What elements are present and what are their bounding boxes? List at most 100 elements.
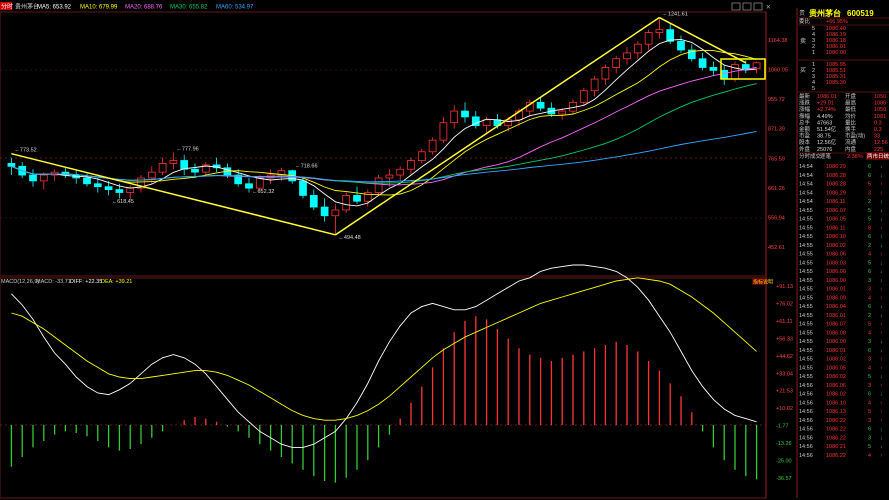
trade-direction-arrow: ↑ bbox=[880, 418, 883, 424]
trade-price: 1086.21 bbox=[826, 444, 846, 450]
trade-time: 14:55 bbox=[799, 304, 813, 310]
trade-time: 14:56 bbox=[799, 409, 813, 415]
trade-direction-arrow: ↑ bbox=[880, 400, 883, 406]
stat-value-2: 1081 bbox=[874, 114, 886, 120]
candle-body bbox=[320, 206, 329, 217]
trade-direction-arrow: ↑ bbox=[880, 383, 883, 389]
price-tick: 1060.05 bbox=[768, 68, 788, 74]
candle-body bbox=[93, 183, 102, 188]
ma5-label: MA5: 653.92 bbox=[37, 5, 72, 11]
trade-price: 1086.22 bbox=[826, 435, 846, 441]
trade-volume: 8 bbox=[868, 225, 871, 231]
trade-time: 14:55 bbox=[799, 339, 813, 345]
trades-tab-right[interactable]: 逐笔 bbox=[820, 152, 832, 160]
candle-body bbox=[126, 187, 135, 193]
stat-value-2: 1050 bbox=[874, 107, 886, 113]
candle-body bbox=[115, 189, 124, 193]
diff-value: DIFF: +22.35 bbox=[70, 279, 102, 285]
trade-volume: 6 bbox=[868, 427, 871, 433]
trade-time: 14:54 bbox=[799, 199, 813, 205]
trade-volume: 2 bbox=[868, 313, 871, 319]
macd-tick: +91.13 bbox=[776, 284, 793, 290]
period-tab-label: 分时 bbox=[1, 3, 13, 11]
trade-time: 14:55 bbox=[799, 208, 813, 214]
quote-panel: 贵 贵州茅台 600519 委比 +66.95% 卖 买 5 1086.404 10… bbox=[798, 8, 889, 498]
trade-price: 1086.09 bbox=[826, 295, 846, 301]
trade-direction-arrow: ↑ bbox=[880, 190, 883, 196]
trade-volume: 6 bbox=[868, 348, 871, 354]
annotation-mid_high: ←777.96 bbox=[176, 146, 198, 152]
trade-time: 14:55 bbox=[799, 322, 813, 328]
trade-price: 1086.00 bbox=[826, 339, 846, 345]
stat-value: 47663 bbox=[817, 120, 832, 126]
annotation-left_high: ←773.52 bbox=[14, 148, 36, 154]
trade-time: 14:55 bbox=[799, 260, 813, 266]
trade-price: 1086.02 bbox=[826, 392, 846, 398]
trade-time: 14:55 bbox=[799, 313, 813, 319]
candle-body bbox=[677, 40, 685, 51]
ma10-label: MA10: 679.99 bbox=[80, 5, 118, 11]
stat-label: 涨幅 bbox=[799, 105, 811, 113]
trade-volume: 4 bbox=[868, 295, 871, 301]
buy-side-label: 买 bbox=[800, 66, 806, 74]
stat-value: 25076 bbox=[817, 147, 832, 153]
candle-body bbox=[299, 180, 307, 196]
trade-direction-arrow: ↑ bbox=[880, 287, 883, 293]
candle-body bbox=[698, 58, 707, 68]
candle-body bbox=[482, 119, 491, 127]
sell-price: 1086.00 bbox=[826, 50, 846, 56]
trade-time: 14:55 bbox=[799, 295, 813, 301]
trade-direction-arrow: ↑ bbox=[880, 409, 883, 415]
stat-value-2: 0.3 bbox=[874, 120, 882, 126]
trade-price: 1086.11 bbox=[826, 225, 845, 231]
macd-params: MACD(12,26,9) bbox=[1, 279, 39, 285]
price-tick: 452.61 bbox=[768, 245, 785, 251]
ma30-label: MA30: 655.82 bbox=[170, 5, 208, 11]
trade-direction-arrow: ↓ bbox=[880, 313, 883, 319]
stat-label: 最新 bbox=[799, 92, 811, 100]
macd-tick: +61.11 bbox=[776, 319, 793, 325]
trade-time: 14:56 bbox=[799, 453, 813, 459]
trade-price: 1086.28 bbox=[826, 182, 846, 188]
trade-direction-arrow: ↓ bbox=[880, 374, 883, 380]
trade-volume: 6 bbox=[868, 173, 871, 179]
trade-volume: 5 bbox=[868, 208, 871, 214]
trade-volume: 3 bbox=[868, 418, 871, 424]
candle-body bbox=[29, 174, 37, 182]
candle-body bbox=[245, 183, 253, 189]
candle-body bbox=[158, 163, 167, 173]
trade-price: 1086.02 bbox=[826, 374, 846, 380]
macd-tick: +21.53 bbox=[776, 389, 793, 395]
macd-tick: -1.77 bbox=[776, 424, 789, 430]
dea-value: DEA: +39.21 bbox=[101, 279, 132, 285]
stat-label: 涨跌 bbox=[799, 99, 811, 107]
trade-price: 1086.02 bbox=[826, 357, 846, 363]
macd-tick: +44.62 bbox=[776, 354, 793, 360]
trade-price: 1086.11 bbox=[826, 199, 845, 205]
stat-value: 38.75 bbox=[817, 134, 831, 140]
trade-volume: 6 bbox=[868, 392, 871, 398]
trade-direction-arrow: ↑ bbox=[880, 225, 883, 231]
trades-tab-left[interactable]: 分时成交 bbox=[799, 152, 822, 160]
trade-direction-arrow: ↑ bbox=[880, 365, 883, 371]
stat-label: 金额 bbox=[799, 125, 811, 133]
stat-label-2: 流通 bbox=[845, 138, 857, 146]
candle-body bbox=[709, 67, 718, 71]
stat-value: +2.74% bbox=[817, 107, 836, 113]
trade-time: 14:56 bbox=[799, 418, 813, 424]
candle-body bbox=[450, 110, 459, 124]
trade-volume: 6 bbox=[868, 304, 871, 310]
trade-price: 1086.01 bbox=[826, 287, 846, 293]
trade-price: 1086.08 bbox=[826, 330, 846, 336]
trade-direction-arrow: ↓ bbox=[880, 444, 883, 450]
stat-label-2: 均价 bbox=[845, 112, 857, 120]
stat-value-2: 33 bbox=[874, 134, 880, 140]
trade-volume: 4 bbox=[868, 330, 871, 336]
trade-price: 1086.07 bbox=[826, 208, 846, 214]
trade-price: 1086.29 bbox=[826, 164, 846, 170]
candle-body bbox=[439, 122, 448, 141]
close-icon[interactable]: × bbox=[766, 3, 771, 12]
candle-body bbox=[428, 139, 437, 153]
trade-direction-arrow: ↑ bbox=[880, 295, 883, 301]
sell-side-label: 卖 bbox=[800, 38, 806, 45]
